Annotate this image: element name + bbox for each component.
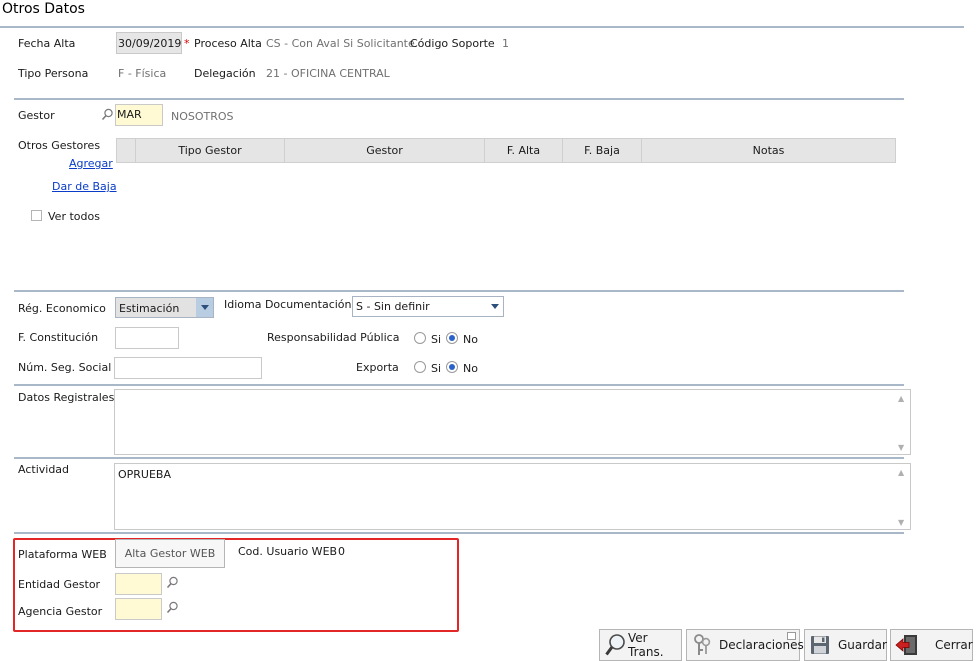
actividad-textarea[interactable]: OPRUEBA ▲ ▼ <box>114 463 911 530</box>
f-constitucion-label: F. Constitución <box>18 331 99 344</box>
magnifier-icon <box>605 633 627 657</box>
cerrar-label: Cerrar <box>935 638 973 652</box>
proceso-alta-value: CS - Con Aval Si Solicitante <box>266 37 415 50</box>
num-seg-social-input[interactable] <box>114 357 262 379</box>
fecha-alta-label: Fecha Alta <box>18 37 76 50</box>
exporta-label: Exporta <box>356 361 399 374</box>
datos-registrales-textarea[interactable]: ▲ ▼ <box>114 389 911 455</box>
guardar-label: Guardar <box>838 638 887 652</box>
idioma-value: S - Sin definir <box>356 300 430 313</box>
scroll-down-icon[interactable]: ▼ <box>898 443 904 452</box>
ver-trans-button[interactable]: Ver Trans. <box>599 629 682 661</box>
search-icon[interactable] <box>101 108 114 121</box>
reg-economico-select[interactable]: Estimación <box>115 297 214 318</box>
num-seg-social-label: Núm. Seg. Social <box>18 361 112 374</box>
otros-gestores-label: Otros Gestores <box>18 139 101 152</box>
f-constitucion-input[interactable] <box>115 327 179 349</box>
cod-usuario-web-value: 0 <box>338 545 345 558</box>
actividad-value: OPRUEBA <box>118 468 172 481</box>
cerrar-button[interactable]: Cerrar <box>890 629 973 661</box>
section-divider <box>14 384 904 386</box>
exporta-no-radio[interactable] <box>446 361 458 373</box>
ver-todos-label: Ver todos <box>48 210 100 223</box>
alta-gestor-web-button[interactable]: Alta Gestor WEB <box>115 539 225 568</box>
scroll-down-icon[interactable]: ▼ <box>898 518 904 527</box>
section-divider <box>14 457 904 459</box>
gestor-code-value: MAR <box>117 108 142 121</box>
agencia-gestor-input[interactable] <box>115 598 162 620</box>
search-icon[interactable] <box>166 576 179 589</box>
scroll-up-icon[interactable]: ▲ <box>898 394 904 403</box>
keys-icon <box>692 633 712 657</box>
cod-usuario-web-label: Cod. Usuario WEB <box>238 545 338 558</box>
resp-publica-si-label: Si <box>431 333 442 346</box>
scrollbar[interactable]: ▲ ▼ <box>896 390 910 454</box>
exporta-si-label: Si <box>431 362 442 375</box>
title-divider <box>0 26 964 28</box>
grid-col-gestor[interactable]: Gestor <box>285 139 485 162</box>
fecha-alta-value: 30/09/2019 <box>118 37 182 50</box>
page-title: Otros Datos <box>2 1 85 17</box>
proceso-alta-label: Proceso Alta <box>194 37 262 50</box>
section-divider <box>14 290 904 292</box>
search-icon[interactable] <box>166 601 179 614</box>
dropdown-badge-icon <box>787 632 796 640</box>
resp-publica-si-radio[interactable] <box>414 332 426 344</box>
grid-col-selector[interactable] <box>117 139 136 162</box>
resp-publica-label: Responsabilidad Pública <box>267 331 400 344</box>
exporta-si-radio[interactable] <box>414 361 426 373</box>
gestor-label: Gestor <box>18 109 55 122</box>
codigo-soporte-label: Código Soporte <box>410 37 495 50</box>
idioma-label: Idioma Documentación <box>224 298 352 311</box>
otros-gestores-grid-header: Tipo Gestor Gestor F. Alta F. Baja Notas <box>116 138 896 163</box>
guardar-button[interactable]: Guardar <box>804 629 887 661</box>
gestor-name: NOSOTROS <box>171 110 234 123</box>
exporta-no-label: No <box>463 362 478 375</box>
chevron-down-icon <box>486 297 503 316</box>
codigo-soporte-value: 1 <box>502 37 509 50</box>
delegacion-label: Delegación <box>194 67 256 80</box>
actividad-label: Actividad <box>18 463 70 476</box>
entidad-gestor-label: Entidad Gestor <box>18 578 101 591</box>
agregar-link[interactable]: Agregar <box>69 157 113 170</box>
datos-registrales-label: Datos Registrales <box>18 391 115 404</box>
dar-de-baja-link[interactable]: Dar de Baja <box>52 180 117 193</box>
grid-col-f-baja[interactable]: F. Baja <box>563 139 642 162</box>
tipo-persona-value: F - Física <box>118 67 167 80</box>
fecha-alta-field[interactable]: 30/09/2019 <box>116 32 182 54</box>
declaraciones-label: Declaraciones <box>719 638 804 652</box>
resp-publica-no-label: No <box>463 333 478 346</box>
chevron-down-icon <box>196 298 213 317</box>
resp-publica-no-radio[interactable] <box>446 332 458 344</box>
scrollbar[interactable]: ▲ ▼ <box>896 464 910 529</box>
grid-col-notas[interactable]: Notas <box>642 139 895 162</box>
reg-economico-label: Rég. Economico <box>18 302 106 315</box>
ver-todos-checkbox[interactable] <box>31 210 42 221</box>
reg-economico-value: Estimación <box>119 302 180 315</box>
agencia-gestor-label: Agencia Gestor <box>18 605 103 618</box>
gestor-code-input[interactable]: MAR <box>115 104 163 126</box>
scroll-up-icon[interactable]: ▲ <box>898 468 904 477</box>
tipo-persona-label: Tipo Persona <box>18 67 89 80</box>
grid-col-tipo-gestor[interactable]: Tipo Gestor <box>136 139 285 162</box>
ver-trans-label: Ver Trans. <box>628 631 664 659</box>
exit-door-icon <box>895 634 919 656</box>
idioma-select[interactable]: S - Sin definir <box>352 296 504 317</box>
plataforma-web-label: Plataforma WEB <box>18 548 107 561</box>
required-asterisk: * <box>184 37 190 50</box>
section-divider <box>14 98 904 100</box>
delegacion-value: 21 - OFICINA CENTRAL <box>266 67 390 80</box>
entidad-gestor-input[interactable] <box>115 573 162 595</box>
floppy-disk-icon <box>810 635 830 655</box>
section-divider <box>14 532 904 534</box>
grid-col-f-alta[interactable]: F. Alta <box>485 139 563 162</box>
declaraciones-button[interactable]: Declaraciones <box>686 629 804 661</box>
